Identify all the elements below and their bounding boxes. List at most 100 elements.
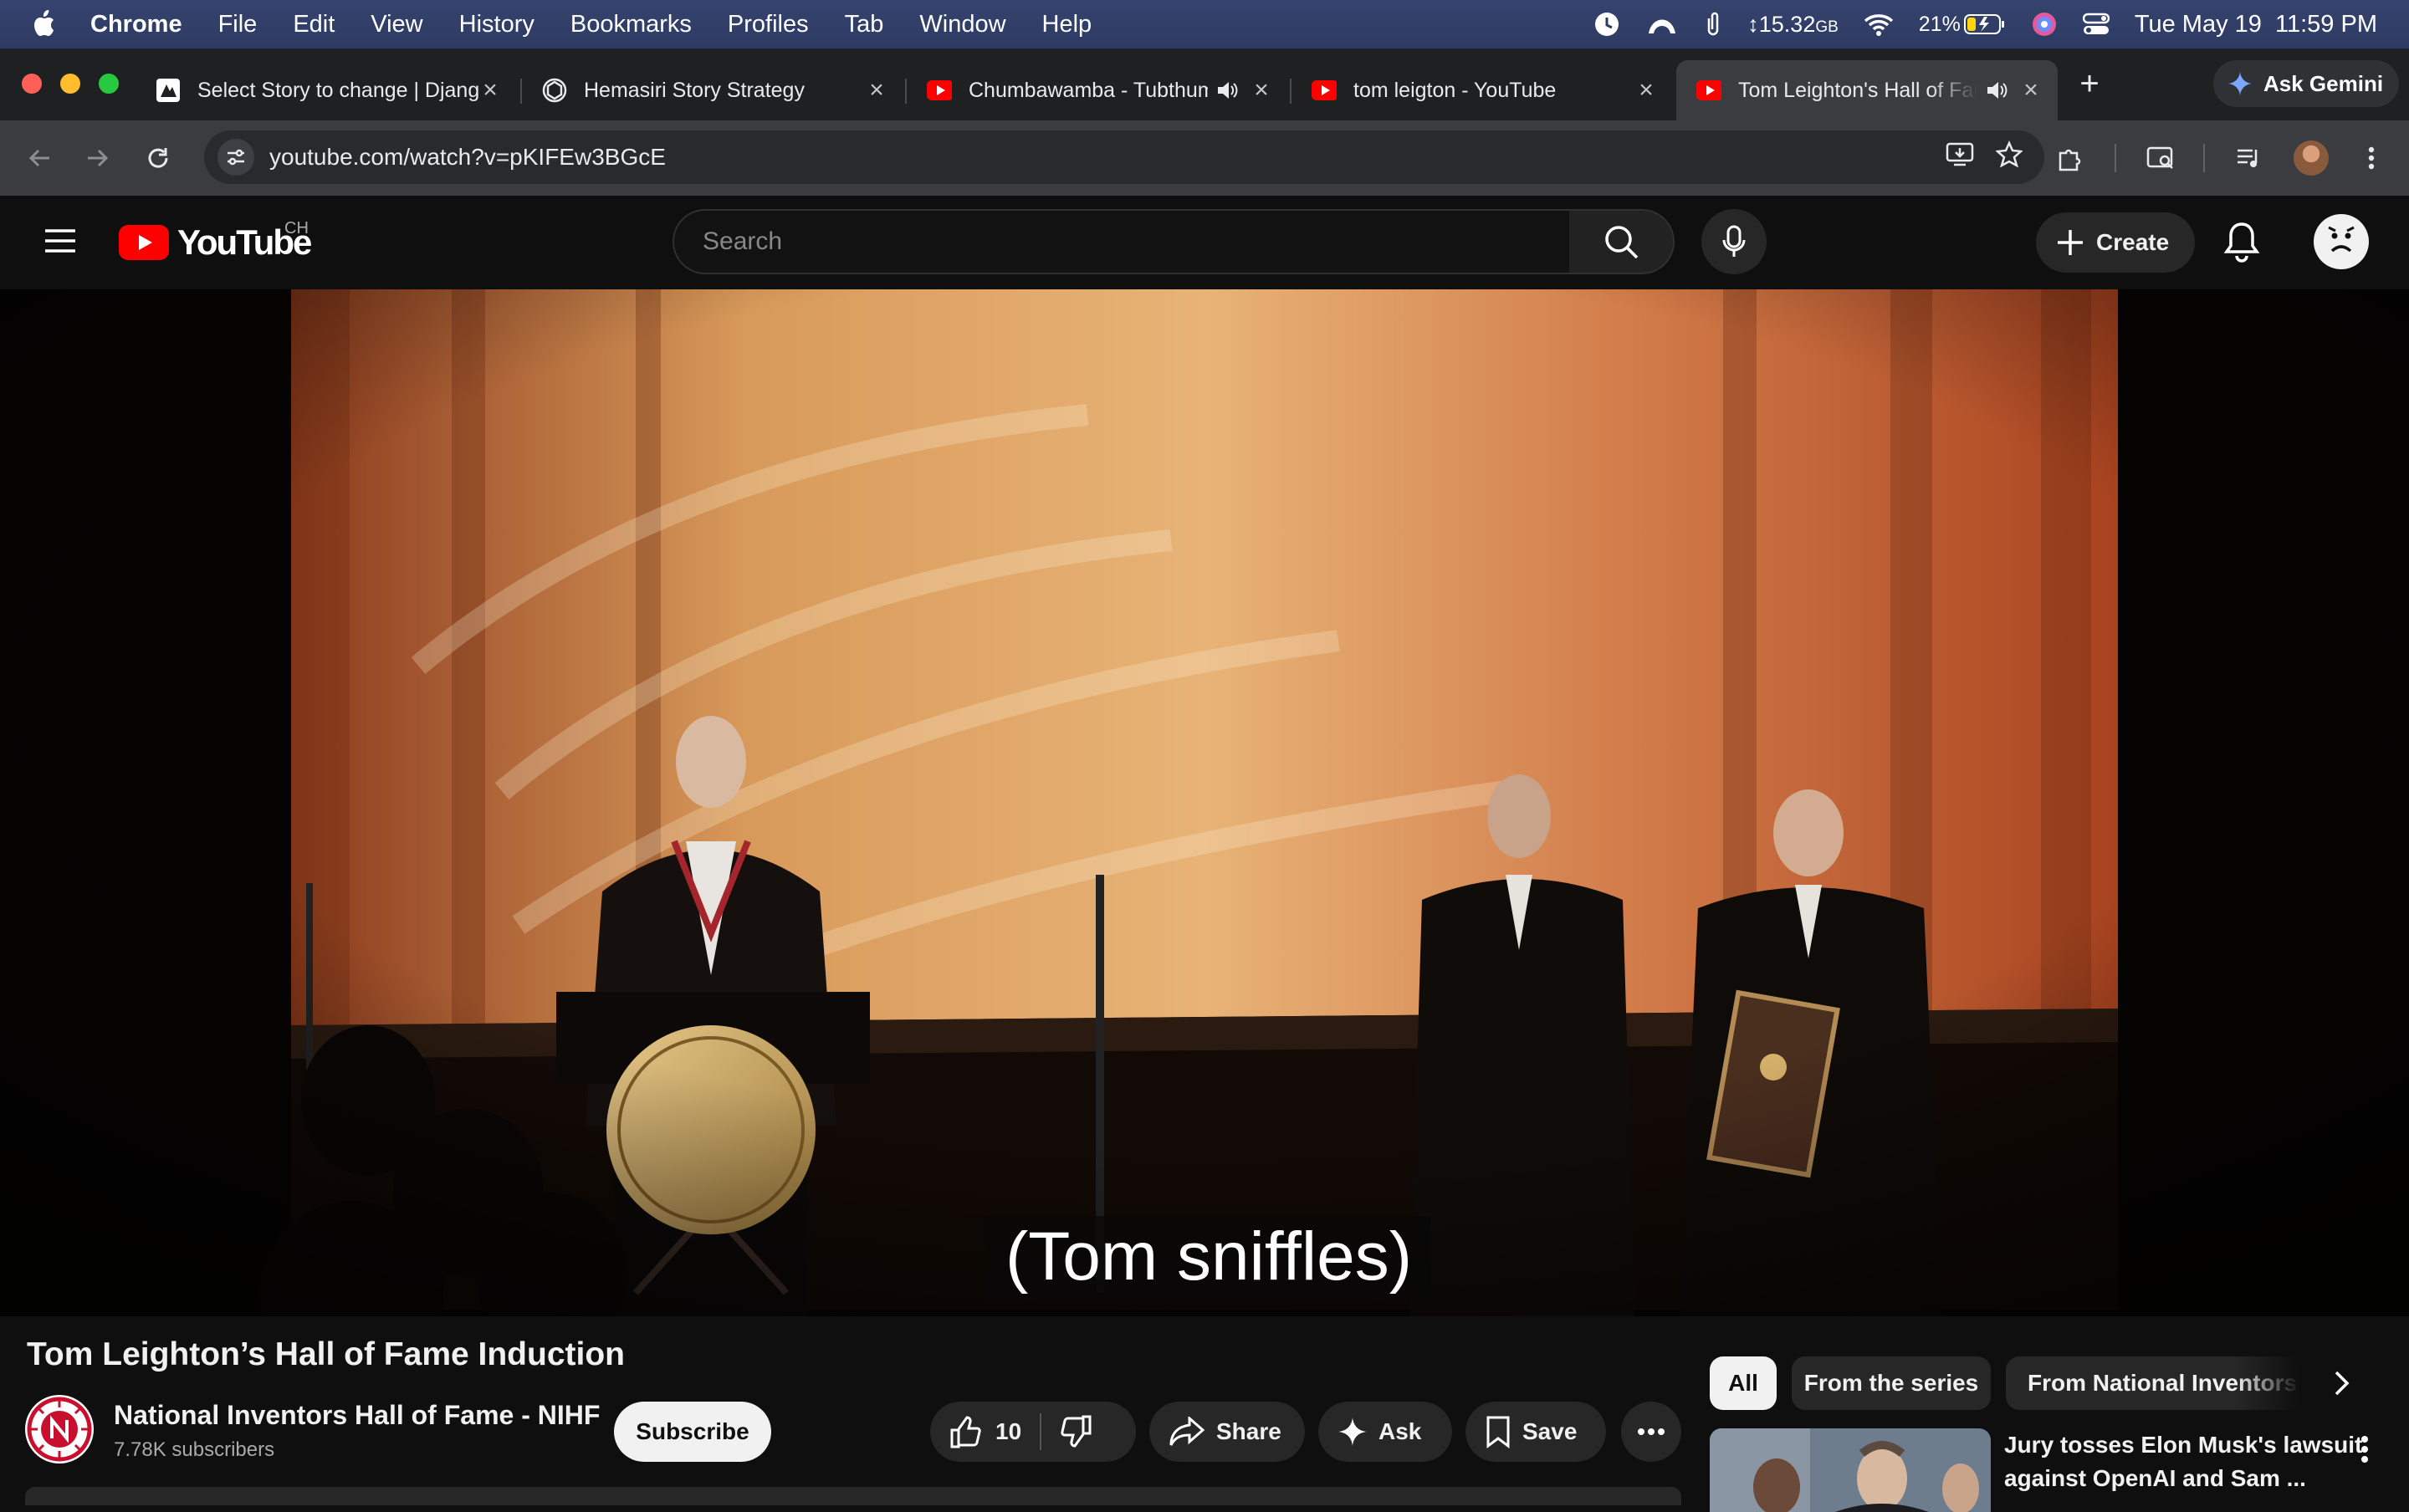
notifications-bell-icon[interactable]	[2223, 221, 2260, 263]
voice-search-button[interactable]	[1701, 209, 1767, 274]
channel-avatar[interactable]	[25, 1395, 94, 1463]
install-app-icon[interactable]	[1946, 140, 1974, 167]
memory-status[interactable]: ↕15.32GB	[1747, 12, 1839, 38]
media-controls-icon[interactable]	[2230, 139, 2268, 177]
menu-bookmarks[interactable]: Bookmarks	[570, 11, 692, 38]
channel-name[interactable]: National Inventors Hall of Fame - NIHF	[114, 1400, 600, 1431]
clock-app-icon[interactable]	[1593, 11, 1620, 38]
chip-all[interactable]: All	[1710, 1356, 1777, 1410]
youtube-logo[interactable]: YouTube CH	[119, 219, 312, 263]
close-window-button[interactable]	[22, 74, 42, 94]
extensions-icon[interactable]	[2051, 139, 2089, 177]
menu-view[interactable]: View	[371, 11, 422, 38]
tab-django-admin[interactable]: Select Story to change | Django ×	[136, 60, 517, 120]
chip-from-nihf[interactable]: From National Inventors Hall of Fame	[2006, 1356, 2300, 1410]
recommendation-thumbnail[interactable]	[1710, 1428, 1991, 1512]
sparkle-icon	[1338, 1418, 1367, 1446]
wifi-icon[interactable]	[1864, 13, 1894, 36]
youtube-favicon	[1696, 78, 1721, 103]
country-code: CH	[284, 219, 309, 238]
youtube-logo-icon	[119, 225, 169, 260]
subscribe-button[interactable]: Subscribe	[614, 1402, 771, 1462]
tab-story-strategy[interactable]: Hemasiri Story Strategy ×	[522, 60, 903, 120]
guide-menu-icon[interactable]	[43, 227, 77, 254]
close-tab-icon[interactable]: ×	[1634, 76, 1658, 104]
search-icon	[1605, 226, 1639, 259]
close-tab-icon[interactable]: ×	[1250, 76, 1273, 104]
create-button[interactable]: Create	[2036, 212, 2195, 273]
paperclip-icon[interactable]	[1704, 10, 1722, 38]
browser-toolbar: youtube.com/watch?v=pKIFEw3BGcE	[0, 120, 2409, 196]
battery-status[interactable]: 21%	[1919, 13, 2006, 37]
youtube-favicon	[927, 78, 952, 103]
youtube-masthead: YouTube CH Search Create	[0, 196, 2409, 289]
recommendation-title[interactable]: Jury tosses Elon Musk's lawsuit against …	[2004, 1428, 2363, 1495]
zoom-window-button[interactable]	[99, 74, 119, 94]
search-input[interactable]: Search	[673, 209, 1571, 274]
microphone-icon	[1722, 225, 1746, 257]
reload-button[interactable]	[139, 139, 177, 177]
video-frame	[0, 289, 2409, 1316]
like-count: 10	[995, 1418, 1022, 1444]
site-info-icon[interactable]	[217, 139, 254, 176]
forward-button[interactable]	[79, 139, 117, 177]
chrome-menu-icon[interactable]	[2352, 139, 2391, 177]
menu-help[interactable]: Help	[1042, 11, 1092, 38]
apple-icon[interactable]	[32, 10, 55, 38]
menubar-clock[interactable]: Tue May 19 11:59 PM	[2135, 11, 2377, 38]
menu-window[interactable]: Window	[919, 11, 1005, 38]
tab-title: Hemasiri Story Strategy	[584, 78, 805, 102]
menu-history[interactable]: History	[459, 11, 534, 38]
search-button[interactable]	[1569, 209, 1675, 274]
chevron-right-icon[interactable]	[2317, 1355, 2367, 1412]
ask-button[interactable]: Ask	[1318, 1402, 1452, 1462]
close-tab-icon[interactable]: ×	[865, 76, 888, 104]
speaker-icon[interactable]	[1986, 80, 2008, 100]
menu-file[interactable]: File	[218, 11, 258, 38]
tab-strip: Select Story to change | Django × Hemasi…	[0, 49, 2409, 120]
address-bar[interactable]: youtube.com/watch?v=pKIFEw3BGcE	[204, 130, 2044, 184]
tab-hall-of-fame-active[interactable]: Tom Leighton's Hall of Fame ×	[1676, 60, 2058, 120]
bookmark-star-icon[interactable]	[1996, 140, 2023, 167]
recommendation-title-line-2: against OpenAI and Sam ...	[2004, 1465, 2306, 1491]
dislike-button[interactable]	[1060, 1415, 1093, 1448]
menu-app-chrome[interactable]: Chrome	[90, 11, 182, 38]
minimize-window-button[interactable]	[60, 74, 80, 94]
vpn-icon[interactable]	[1645, 12, 1679, 37]
close-tab-icon[interactable]: ×	[478, 76, 502, 104]
more-actions-button[interactable]	[1621, 1402, 1681, 1462]
new-tab-button[interactable]: +	[2071, 65, 2108, 103]
description-box[interactable]	[25, 1487, 1681, 1505]
tab-tom-leigton-search[interactable]: tom leigton - YouTube ×	[1291, 60, 1673, 120]
save-button[interactable]: Save	[1465, 1402, 1606, 1462]
siri-icon[interactable]	[2031, 11, 2058, 38]
menu-tab[interactable]: Tab	[845, 11, 884, 38]
openai-icon	[542, 78, 567, 103]
ask-gemini-button[interactable]: Ask Gemini	[2213, 60, 2399, 107]
more-vertical-icon[interactable]	[2360, 1435, 2369, 1463]
reading-mode-icon[interactable]	[2141, 139, 2180, 177]
close-tab-icon[interactable]: ×	[2019, 76, 2043, 104]
django-admin-icon	[156, 78, 181, 103]
control-center-icon[interactable]	[2082, 13, 2110, 36]
video-player[interactable]: (Tom sniffles)	[0, 289, 2409, 1316]
sad-face-icon	[2328, 226, 2355, 253]
menu-edit[interactable]: Edit	[293, 11, 335, 38]
account-avatar[interactable]	[2314, 214, 2369, 269]
profile-avatar[interactable]	[2294, 140, 2329, 176]
gemini-sparkle-icon	[2228, 72, 2252, 95]
share-arrow-icon	[1169, 1417, 1204, 1447]
chip-from-the-series[interactable]: From the series	[1792, 1356, 1991, 1410]
like-button[interactable]: 10	[930, 1415, 1021, 1448]
menu-profiles[interactable]: Profiles	[728, 11, 809, 38]
search-placeholder: Search	[703, 227, 783, 255]
recommendation-title-line-1: Jury tosses Elon Musk's lawsuit	[2004, 1432, 2363, 1458]
bookmark-icon	[1486, 1415, 1511, 1448]
speaker-icon[interactable]	[1216, 80, 1238, 100]
back-button[interactable]	[20, 139, 59, 177]
tab-chumbawamba[interactable]: Chumbawamba - Tubthumping ×	[907, 60, 1288, 120]
share-button[interactable]: Share	[1149, 1402, 1305, 1462]
tab-title: Chumbawamba - Tubthumping	[969, 78, 1208, 102]
share-label: Share	[1216, 1418, 1281, 1444]
ask-gemini-label: Ask Gemini	[2263, 70, 2384, 96]
